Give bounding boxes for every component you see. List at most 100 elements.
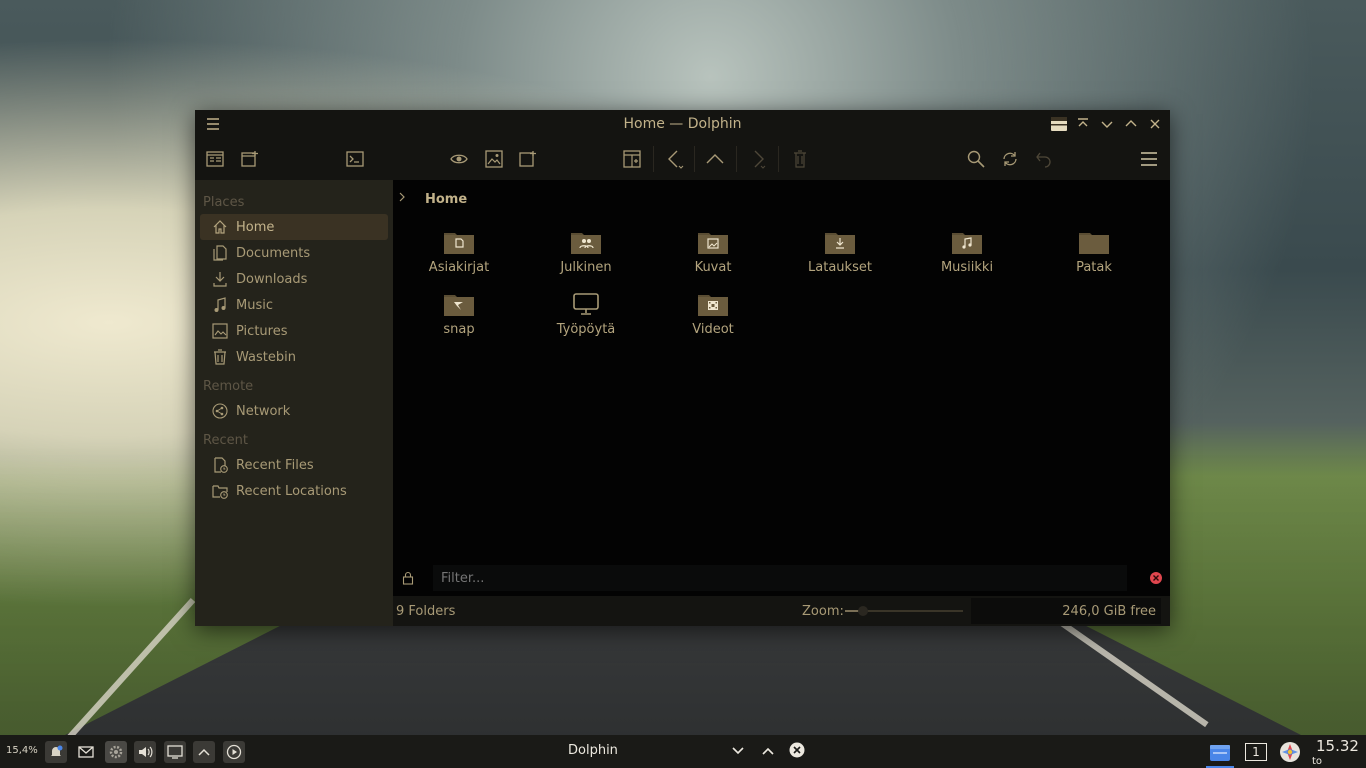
sidebar-item-label: Downloads xyxy=(236,271,308,287)
folder-icon xyxy=(1079,230,1109,254)
folder-item[interactable]: Julkinen xyxy=(531,230,641,275)
new-tab-icon[interactable] xyxy=(517,148,539,170)
downloads-icon xyxy=(213,272,227,287)
shade-icon[interactable] xyxy=(1050,114,1068,134)
titlebar[interactable]: Home — Dolphin xyxy=(195,110,1170,138)
clock-date[interactable]: to 2.2.2023 xyxy=(1312,756,1366,768)
sidebar-item-wastebin[interactable]: Wastebin xyxy=(200,344,388,370)
mail-icon[interactable] xyxy=(75,741,97,763)
image-view-icon[interactable] xyxy=(483,148,505,170)
window-menu-icon[interactable] xyxy=(205,116,221,132)
task-maximize-icon[interactable] xyxy=(761,745,775,761)
new-window-icon[interactable] xyxy=(239,148,261,170)
breadcrumb-chevron-icon[interactable] xyxy=(397,191,407,207)
folder-item[interactable]: Patak xyxy=(1039,230,1149,275)
status-bar: 9 Folders Zoom: 246,0 GiB free xyxy=(393,596,1170,626)
volume-icon[interactable] xyxy=(134,741,156,763)
network-icon xyxy=(212,403,228,419)
places-panel: Places Home Documents Downloads Music Pi… xyxy=(195,180,393,626)
file-name: Musiikki xyxy=(940,260,994,275)
sidebar-item-documents[interactable]: Documents xyxy=(200,240,388,266)
free-space-label: 246,0 GiB free xyxy=(1062,603,1156,619)
up-icon[interactable] xyxy=(704,148,726,170)
clock-time[interactable]: 15.32 xyxy=(1316,737,1359,755)
media-player-icon[interactable] xyxy=(223,741,245,763)
breadcrumb-home[interactable]: Home xyxy=(425,192,467,207)
maximize-icon[interactable] xyxy=(1122,114,1140,134)
filter-input[interactable] xyxy=(433,565,1127,591)
dolphin-task-icon[interactable] xyxy=(1206,739,1234,768)
taskbar: 15,4% Dolphin 1 15.32 to 2.2.2023 xyxy=(0,735,1366,768)
desktop-icon xyxy=(571,292,601,316)
section-title-remote: Remote xyxy=(203,379,254,394)
file-name: Videot xyxy=(692,322,734,337)
minimize-icon[interactable] xyxy=(1098,114,1116,134)
forward-icon[interactable] xyxy=(747,148,769,170)
toolbar xyxy=(195,138,1170,180)
sidebar-item-home[interactable]: Home xyxy=(200,214,388,240)
sidebar-item-downloads[interactable]: Downloads xyxy=(200,266,388,292)
terminal-icon[interactable] xyxy=(344,148,366,170)
recent-files-icon xyxy=(214,457,228,473)
sidebar-item-pictures[interactable]: Pictures xyxy=(200,318,388,344)
hamburger-menu-icon[interactable] xyxy=(1138,148,1160,170)
sidebar-item-recent-locations[interactable]: Recent Locations xyxy=(200,478,388,504)
zoom-label: Zoom: xyxy=(802,603,844,619)
section-title-recent: Recent xyxy=(203,433,248,448)
wastebin-icon xyxy=(214,349,226,365)
file-name: Kuvat xyxy=(694,260,732,275)
display-icon[interactable] xyxy=(164,741,186,763)
close-icon[interactable] xyxy=(1146,114,1164,134)
filter-bar xyxy=(393,564,1170,592)
notifications-icon[interactable] xyxy=(45,741,67,763)
documents-icon xyxy=(213,245,227,261)
file-name: snap xyxy=(443,322,475,337)
split-view-icon[interactable] xyxy=(204,148,226,170)
sidebar-item-label: Documents xyxy=(236,245,311,261)
sidebar-item-label: Wastebin xyxy=(236,349,296,365)
folder-item[interactable]: Musiikki xyxy=(912,230,1022,275)
file-name: Julkinen xyxy=(560,260,612,275)
desktop-pager[interactable]: 1 xyxy=(1245,743,1267,761)
search-icon[interactable] xyxy=(965,148,987,170)
home-icon xyxy=(213,220,227,234)
folder-item[interactable]: Työpöytä xyxy=(531,292,641,337)
folder-item[interactable]: Lataukset xyxy=(785,230,895,275)
panel-layout-icon[interactable] xyxy=(621,148,643,170)
file-name: Työpöytä xyxy=(556,322,616,337)
settings-icon[interactable] xyxy=(105,741,127,763)
sidebar-item-label: Recent Locations xyxy=(236,483,347,499)
folder-documents-icon xyxy=(444,230,474,254)
folder-item[interactable]: Kuvat xyxy=(658,230,768,275)
color-picker-icon[interactable] xyxy=(1279,741,1301,767)
keep-above-icon[interactable] xyxy=(1074,114,1092,134)
sidebar-item-label: Pictures xyxy=(236,323,288,339)
task-title[interactable]: Dolphin xyxy=(568,743,618,758)
pictures-icon xyxy=(212,323,228,339)
back-icon[interactable] xyxy=(665,148,687,170)
reload-icon[interactable] xyxy=(999,148,1021,170)
dolphin-window: Home — Dolphin Places Home Documents Dow… xyxy=(195,110,1170,626)
sidebar-item-label: Music xyxy=(236,297,273,313)
folder-item[interactable]: Asiakirjat xyxy=(404,230,514,275)
task-close-icon[interactable] xyxy=(789,742,805,762)
task-minimize-icon[interactable] xyxy=(731,745,745,761)
tray-expand-icon[interactable] xyxy=(193,741,215,763)
trash-icon[interactable] xyxy=(789,148,811,170)
sidebar-item-recent-files[interactable]: Recent Files xyxy=(200,452,388,478)
folder-count: 9 Folders xyxy=(396,603,456,619)
sidebar-item-label: Recent Files xyxy=(236,457,314,473)
folder-item[interactable]: snap xyxy=(404,292,514,337)
zoom-slider[interactable] xyxy=(845,606,963,616)
undo-icon[interactable] xyxy=(1033,148,1055,170)
folder-downloads-icon xyxy=(825,230,855,254)
cpu-monitor[interactable]: 15,4% xyxy=(6,745,38,756)
sidebar-item-network[interactable]: Network xyxy=(200,398,388,424)
clear-filter-icon[interactable] xyxy=(1149,571,1163,589)
lock-icon[interactable] xyxy=(402,571,414,589)
sidebar-item-music[interactable]: Music xyxy=(200,292,388,318)
sidebar-item-label: Network xyxy=(236,403,291,419)
preview-icon[interactable] xyxy=(448,148,470,170)
folder-item[interactable]: Videot xyxy=(658,292,768,337)
folder-music-icon xyxy=(952,230,982,254)
